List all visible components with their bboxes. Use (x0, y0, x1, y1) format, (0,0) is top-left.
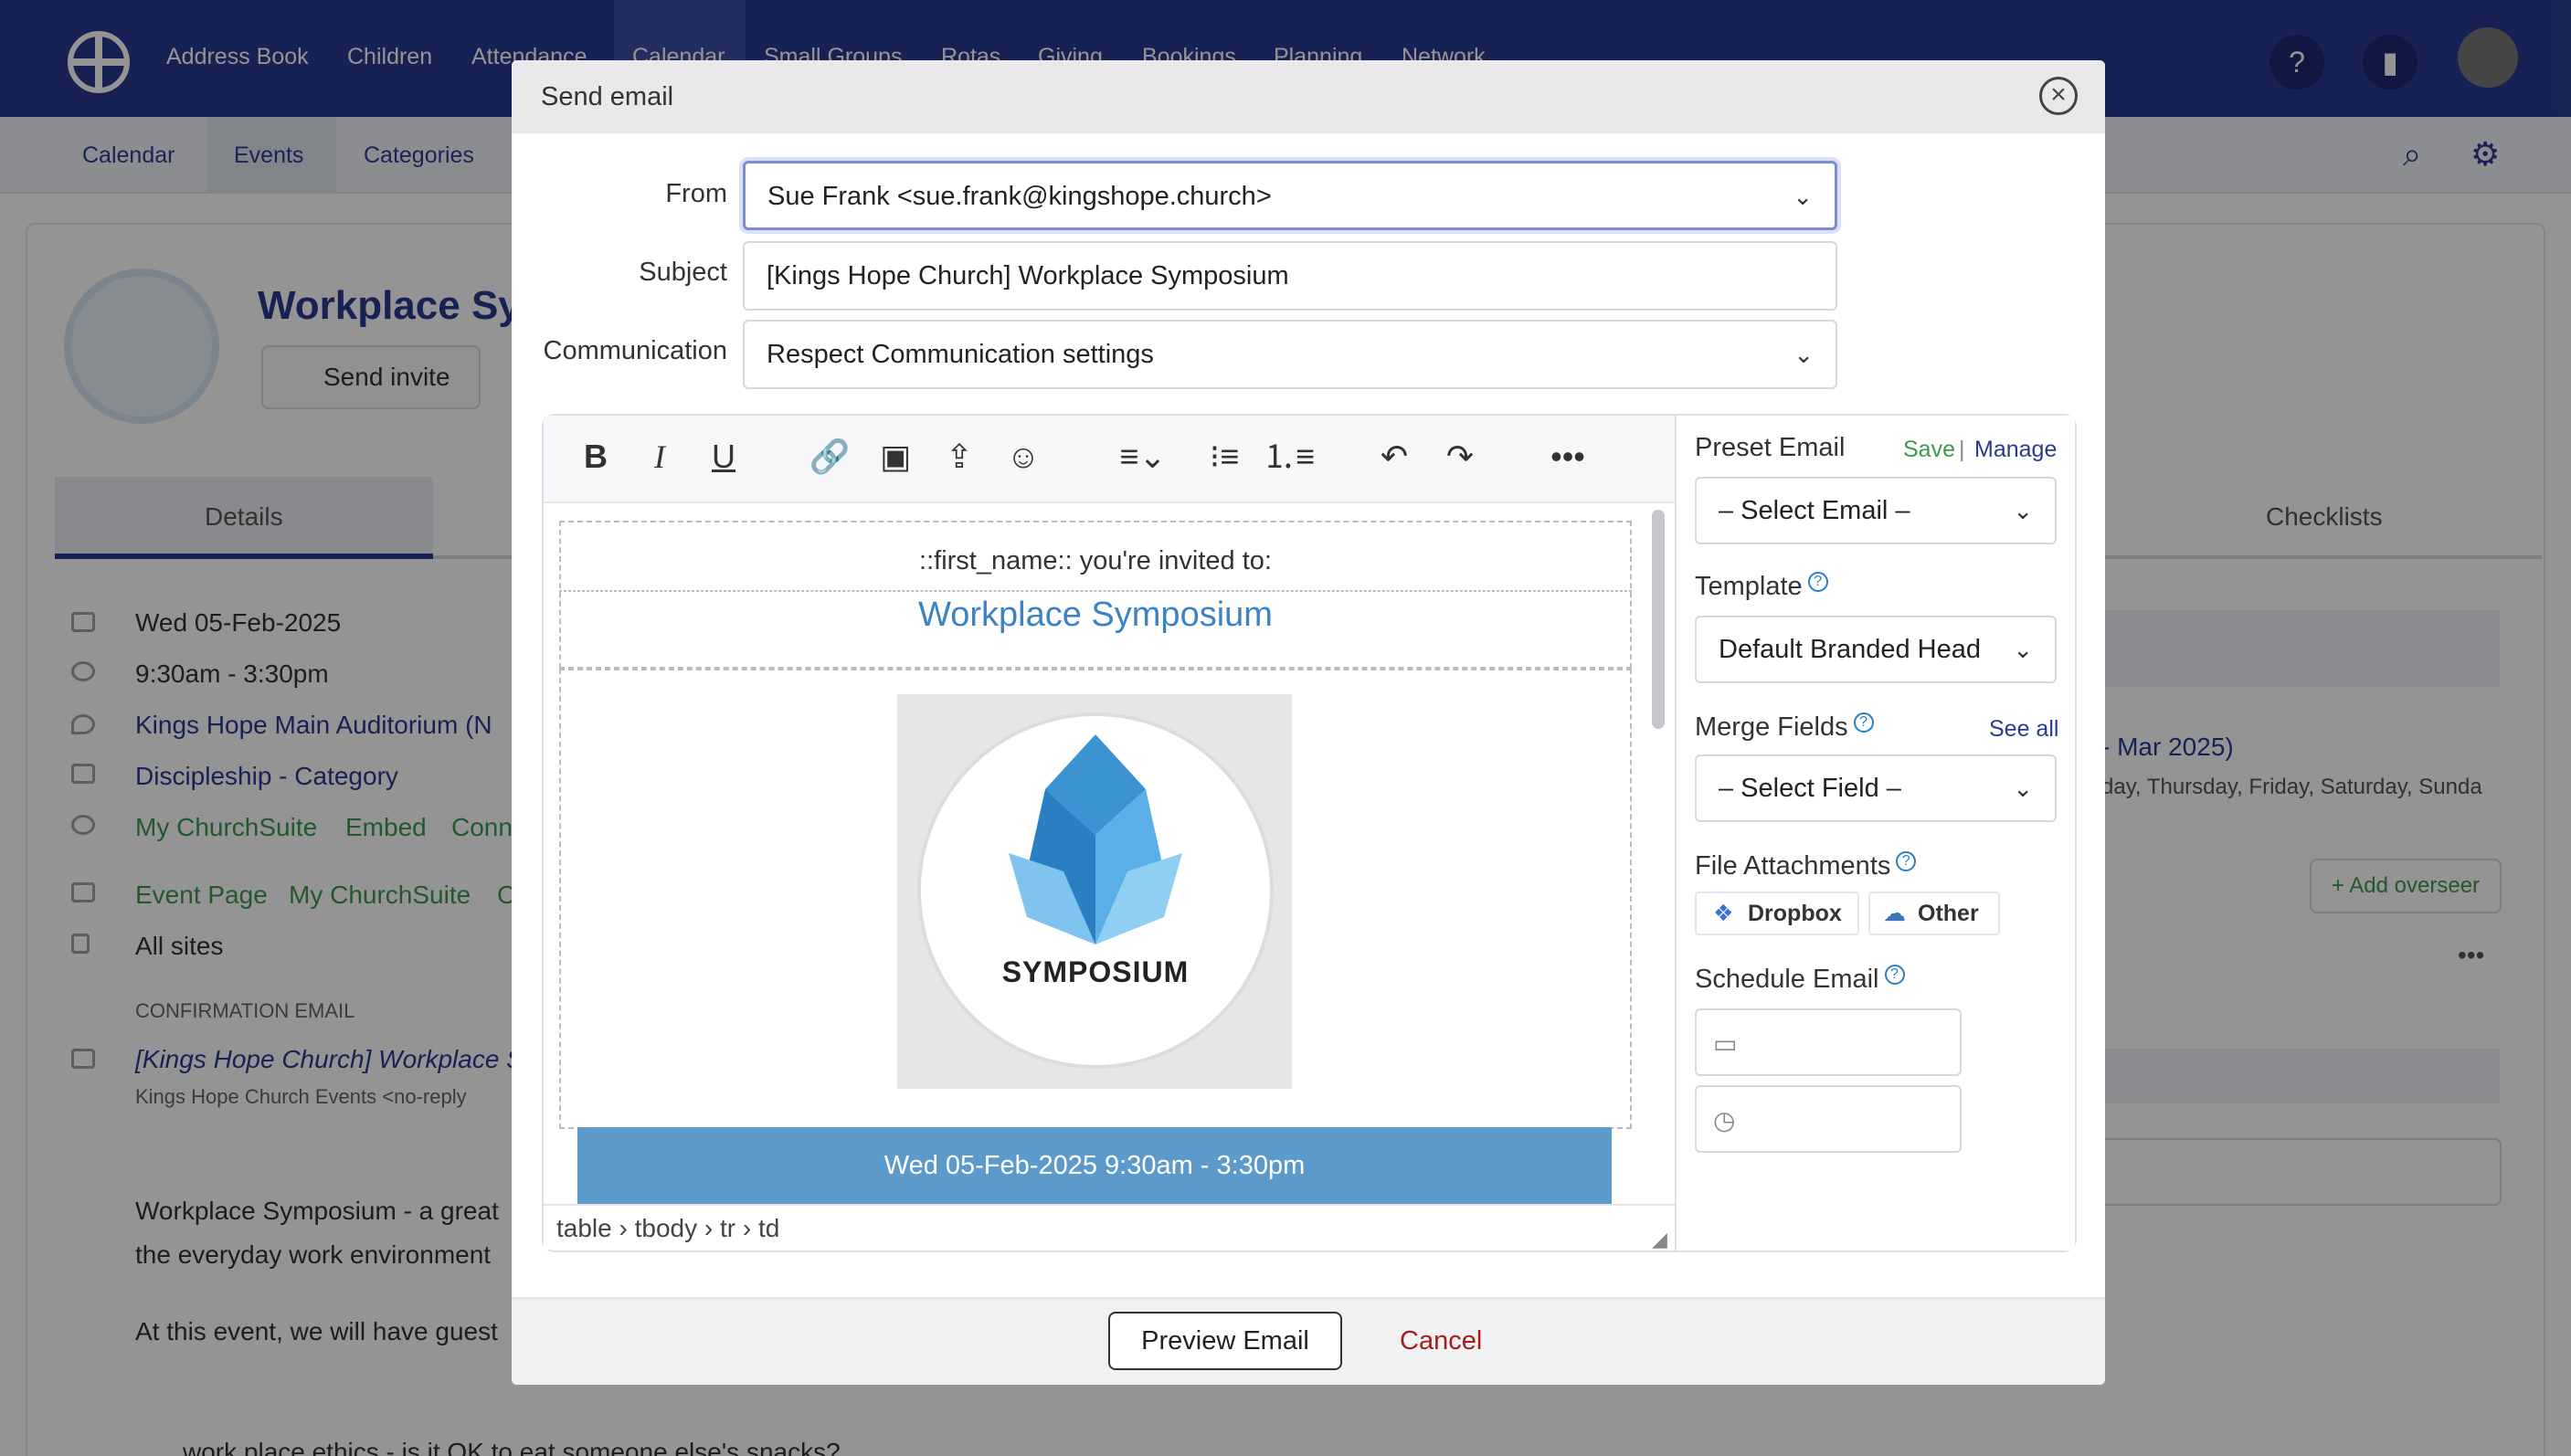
preset-email-label: Preset Email (1695, 433, 1846, 462)
subject-value: [Kings Hope Church] Workplace Symposium (767, 261, 1289, 290)
from-value: Sue Frank <sue.frank@kingshope.church> (767, 182, 1272, 211)
email-date-band[interactable]: Wed 05-Feb-2025 9:30am - 3:30pm (577, 1127, 1612, 1204)
resize-handle-icon[interactable]: ◢ (1652, 1228, 1667, 1251)
calendar-icon: ▭ (1713, 1029, 1738, 1058)
communication-value: Respect Communication settings (767, 340, 1154, 369)
subject-label: Subject (639, 258, 727, 287)
help-icon[interactable]: ? (1807, 572, 1828, 592)
email-header-section (559, 521, 1632, 669)
dropbox-label: Dropbox (1748, 901, 1842, 926)
cancel-button[interactable]: Cancel (1400, 1326, 1482, 1356)
modal-title: Send email (541, 82, 674, 111)
bullet-list-icon[interactable]: ⁝≡ (1199, 429, 1250, 484)
help-icon[interactable]: ? (1884, 965, 1905, 985)
help-icon[interactable]: ? (1853, 712, 1874, 733)
editor-status-path: table › tbody › tr › td (544, 1204, 1675, 1250)
invite-line[interactable]: ::first_name:: you're invited to: (559, 546, 1632, 576)
more-toolbar-icon[interactable]: ••• (1542, 429, 1593, 484)
dropbox-button[interactable]: ❖ Dropbox (1695, 892, 1859, 935)
template-value: Default Branded Head (1719, 635, 1981, 664)
symposium-caption: SYMPOSIUM (1001, 955, 1190, 988)
editor-scrollbar[interactable] (1652, 510, 1665, 729)
communication-label: Communication (543, 336, 727, 365)
chevron-down-icon: ⌄ (1793, 183, 1813, 210)
merge-field-select[interactable]: – Select Field – ⌄ (1695, 754, 2057, 822)
from-label: From (665, 179, 727, 208)
template-select[interactable]: Default Branded Head ⌄ (1695, 616, 2057, 683)
schedule-time-input[interactable]: ◷ (1695, 1085, 1962, 1153)
help-icon[interactable]: ? (1896, 851, 1917, 871)
chevron-down-icon: ⌄ (2013, 775, 2033, 802)
email-event-name[interactable]: Workplace Symposium (559, 596, 1632, 635)
section-divider (559, 590, 1632, 592)
subject-input[interactable]: [Kings Hope Church] Workplace Symposium (743, 241, 1837, 311)
save-preset-link[interactable]: Save (1903, 437, 1955, 463)
schedule-email-label: Schedule Email? (1695, 965, 1905, 995)
chevron-down-icon: ⌄ (2007, 617, 2033, 681)
merge-field-value: – Select Field – (1719, 774, 1901, 803)
upload-icon[interactable]: ⇪ (934, 429, 985, 484)
manage-preset-link[interactable]: Manage (1974, 437, 2057, 463)
chevron-down-icon: ⌄ (1793, 341, 1814, 368)
link-icon[interactable]: 🔗 (804, 429, 855, 484)
preset-email-value: – Select Email – (1719, 496, 1910, 525)
italic-icon[interactable]: I (634, 429, 685, 484)
see-all-link[interactable]: See all (1989, 716, 2058, 743)
template-label: Template? (1695, 572, 1828, 602)
from-select[interactable]: Sue Frank <sue.frank@kingshope.church> ⌄ (743, 161, 1837, 230)
communication-select[interactable]: Respect Communication settings ⌄ (743, 320, 1837, 389)
merge-fields-label: Merge Fields? (1695, 712, 1874, 743)
cloud-upload-icon: ☁ (1883, 901, 1906, 926)
bold-icon[interactable]: B (570, 429, 621, 484)
close-icon[interactable]: × (2039, 77, 2078, 115)
redo-icon[interactable]: ↷ (1434, 429, 1486, 484)
file-attachments-label: File Attachments? (1695, 851, 1917, 881)
link-separator: | (1959, 437, 1965, 462)
image-icon[interactable]: ▣ (870, 429, 921, 484)
dropbox-icon: ❖ (1713, 901, 1734, 926)
emoji-icon[interactable]: ☺ (998, 429, 1049, 484)
other-attachment-button[interactable]: ☁ Other (1868, 892, 2000, 935)
preset-email-select[interactable]: – Select Email – ⌄ (1695, 477, 2057, 544)
crystal-logo-icon (1009, 734, 1182, 944)
schedule-date-input[interactable]: ▭ (1695, 1008, 1962, 1076)
align-dropdown-icon[interactable]: ≡⌄ (1102, 429, 1184, 484)
preview-email-button[interactable]: Preview Email (1108, 1312, 1342, 1370)
other-label: Other (1918, 901, 1979, 926)
numbered-list-icon[interactable]: ⒈≡ (1263, 429, 1315, 484)
chevron-down-icon: ⌄ (2013, 497, 2033, 524)
clock-icon: ◷ (1713, 1106, 1736, 1134)
modal-header (512, 60, 2105, 133)
undo-icon[interactable]: ↶ (1369, 429, 1420, 484)
underline-icon[interactable]: U (698, 429, 749, 484)
